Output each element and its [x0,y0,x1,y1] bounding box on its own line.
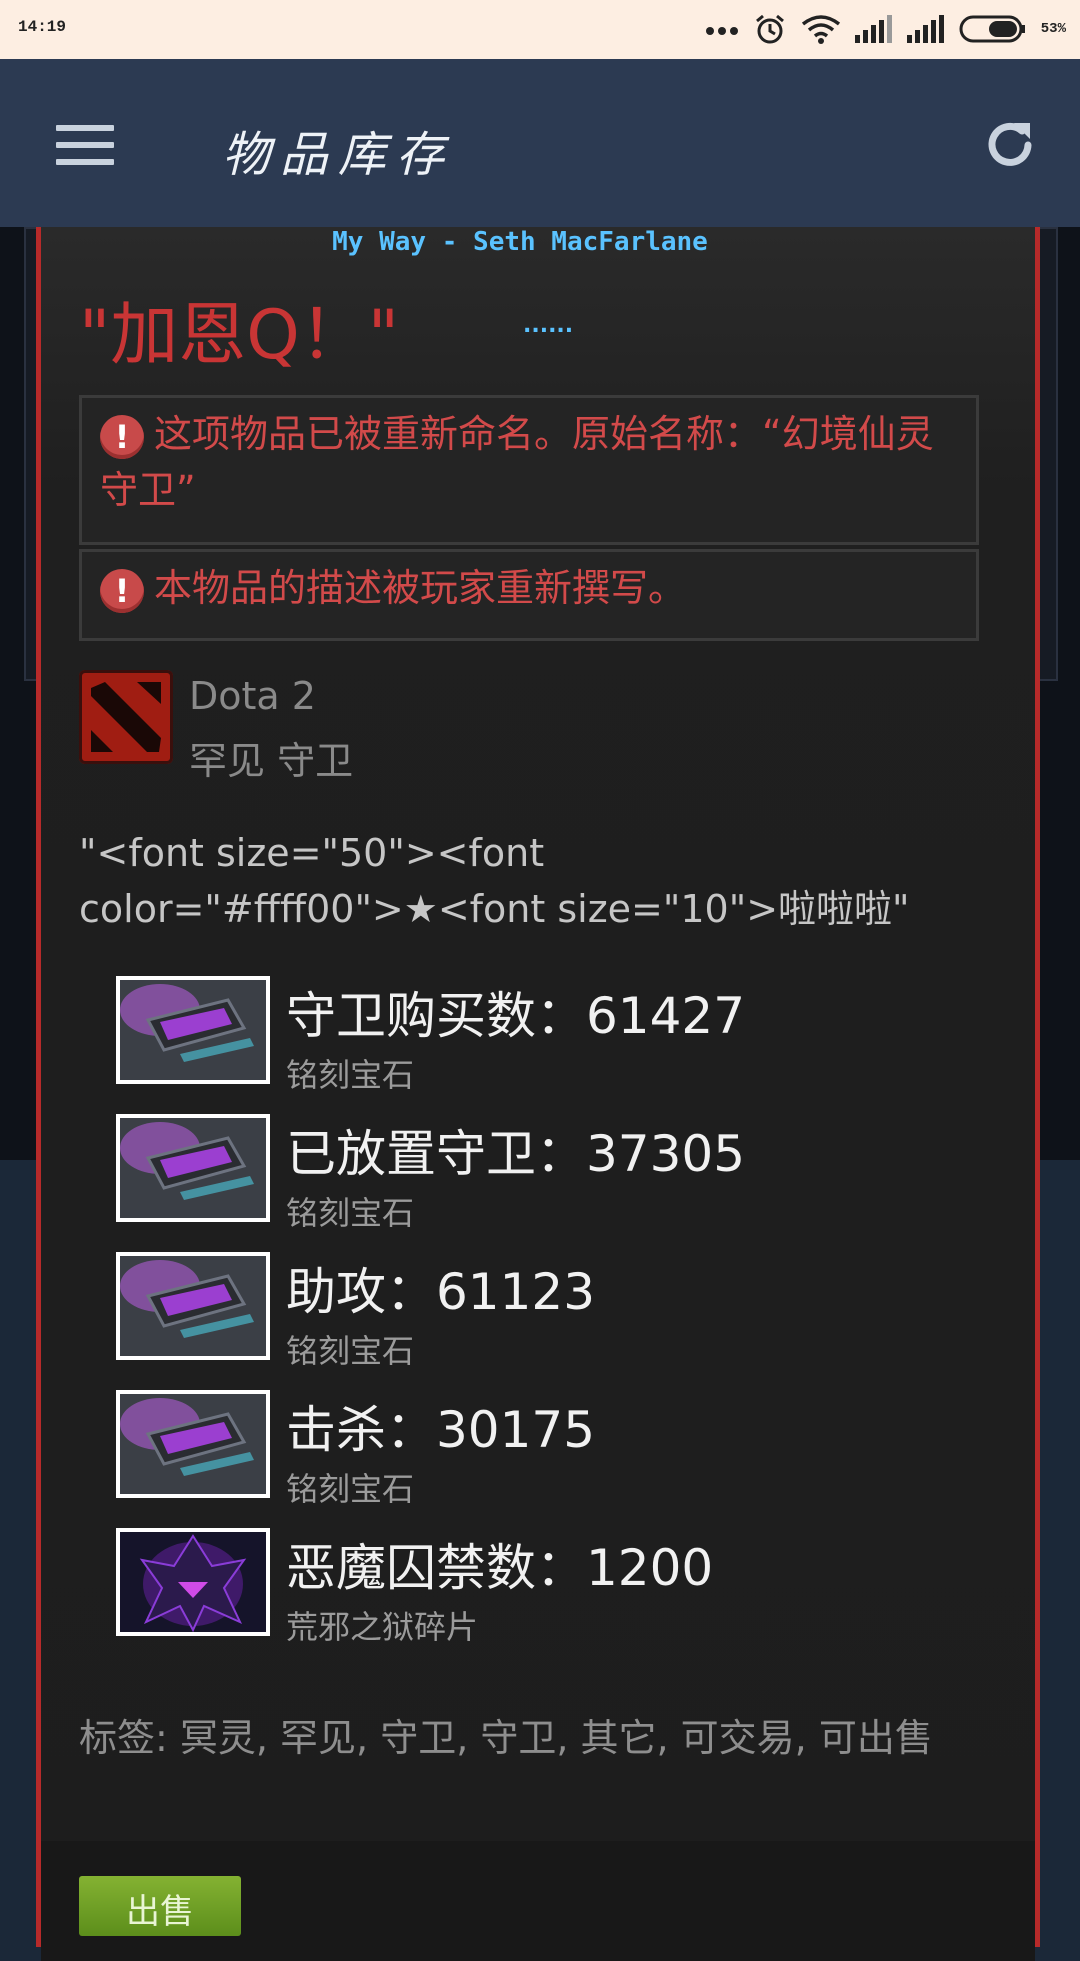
gem-type: 荒邪之狱碎片 [286,1608,479,1646]
gem-type: 铭刻宝石 [286,1056,415,1094]
more-dots-icon [705,27,738,35]
battery-icon [959,15,1025,43]
item-custom-name: "加恩Q！" [79,296,400,375]
demon-shard-icon [116,1528,270,1636]
item-description: "<font size="50"><font color="#ffff00">★… [79,831,910,931]
ellipsis-text: ...... [523,313,574,338]
gem-row: 已放置守卫：37305 铭刻宝石 [116,1114,996,1234]
gem-row: 守卫购买数：61427 铭刻宝石 [116,976,996,1096]
inscribed-gem-icon [116,1114,270,1222]
inscribed-gem-icon [116,976,270,1084]
exclamation-icon: ! [100,568,144,613]
gem-type: 铭刻宝石 [286,1470,415,1508]
gem-type: 铭刻宝石 [286,1332,415,1370]
inscribed-gem-icon [116,1252,270,1360]
app-header: 物品库存 [0,59,1080,227]
item-details-card: My Way - Seth MacFarlane "加恩Q！" ...... !… [36,227,1040,1961]
gem-type: 铭刻宝石 [286,1194,415,1232]
status-time: 14:19 [18,18,67,36]
rename-warning: ! 这项物品已被重新命名。原始名称：“幻境仙灵守卫” [79,395,979,545]
gem-row: 恶魔囚禁数：1200 荒邪之狱碎片 [116,1528,996,1648]
music-title: My Way - Seth MacFarlane [332,227,708,257]
gem-label: 击杀：30175 [286,1401,596,1459]
exclamation-icon: ! [100,414,144,459]
item-rarity-type: 罕见 守卫 [189,739,354,783]
gem-row: 助攻：61123 铭刻宝石 [116,1252,996,1372]
hamburger-menu-icon[interactable] [56,125,114,165]
item-tags: 标签: 冥灵, 罕见, 守卫, 守卫, 其它, 可交易, 可出售 [79,1716,933,1760]
description-warning-text: 本物品的描述被玩家重新撰写。 [154,566,687,610]
gem-label: 已放置守卫：37305 [286,1125,746,1183]
gem-label: 助攻：61123 [286,1263,596,1321]
gem-row: 击杀：30175 铭刻宝石 [116,1390,996,1510]
description-warning: ! 本物品的描述被玩家重新撰写。 [79,549,979,641]
gem-label: 守卫购买数：61427 [286,987,746,1045]
signal-icon [854,15,892,43]
page-title: 物品库存 [222,127,455,183]
battery-percent: 53% [1040,21,1066,37]
dota2-logo-icon [79,670,173,764]
gem-label: 恶魔囚禁数：1200 [286,1539,714,1597]
sell-button[interactable]: 出售 [79,1876,241,1936]
status-icons: 53% [705,12,1066,46]
alarm-icon [755,14,784,44]
game-name: Dota 2 [189,674,316,718]
rename-warning-text: 这项物品已被重新命名。原始名称：“幻境仙灵守卫” [100,412,934,512]
status-bar: 14:19 53% [0,0,1080,59]
refresh-icon[interactable] [980,115,1040,175]
wifi-icon [801,15,840,44]
inscribed-gem-icon [116,1390,270,1498]
signal-icon [906,15,944,43]
